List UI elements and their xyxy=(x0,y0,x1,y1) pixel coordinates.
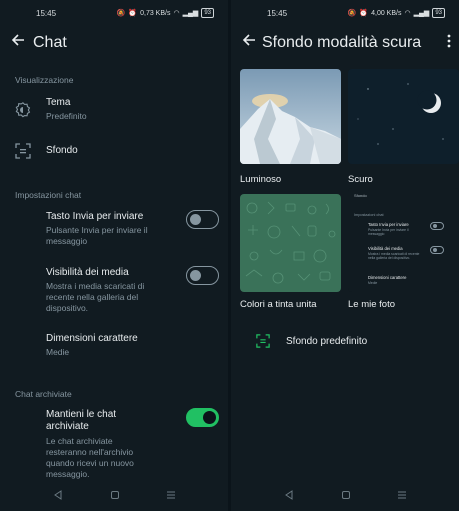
toggle-knob xyxy=(190,213,201,225)
battery-icon: 93 xyxy=(201,8,214,18)
nav-recents-icon[interactable] xyxy=(166,490,176,500)
keep-archived-title: Mantieni le chat archiviate xyxy=(46,409,117,432)
page-title: Chat xyxy=(33,34,67,51)
my-photos-thumbnail: Sfondo Impostazioni chat Tasto Invia per… xyxy=(348,188,459,292)
navigation-bar xyxy=(231,481,459,511)
media-visibility-subtitle: Mostra i media scaricati di recente nell… xyxy=(46,281,145,313)
back-arrow-icon[interactable] xyxy=(241,32,257,48)
bright-wallpaper-thumbnail xyxy=(240,69,341,164)
theme-subtitle: Predefinito xyxy=(46,111,87,121)
wifi-icon: ◠ xyxy=(404,10,411,17)
dark-wallpaper-thumbnail xyxy=(348,69,459,164)
enter-send-subtitle: Pulsante Invia per inviare il messaggio xyxy=(46,225,148,246)
solid-color-thumbnail xyxy=(240,194,341,292)
wallpaper-title: Sfondo xyxy=(46,145,78,156)
toggle-knob xyxy=(190,269,201,281)
dark-label: Scuro xyxy=(348,174,373,185)
enter-send-title: Tasto Invia per inviare xyxy=(46,211,144,222)
mute-icon: 🔕 xyxy=(347,10,357,17)
mini-preview-item1-title: Tasto Invia per inviare xyxy=(368,222,409,227)
media-visibility-title: Visibilità dei media xyxy=(46,267,129,278)
mini-preview-item3-title: Dimensioni carattere xyxy=(368,275,407,280)
mini-preview-section: Impostazioni chat xyxy=(354,213,384,217)
enter-send-toggle[interactable] xyxy=(186,210,219,229)
battery-icon: 93 xyxy=(432,8,445,18)
mute-icon: 🔕 xyxy=(116,10,126,17)
media-visibility-toggle[interactable] xyxy=(186,266,219,285)
wifi-icon: ◠ xyxy=(173,10,180,17)
toggle-knob xyxy=(203,410,216,424)
alarm-icon: ⏰ xyxy=(359,10,369,17)
alarm-icon: ⏰ xyxy=(128,10,138,17)
navigation-bar xyxy=(0,481,228,511)
mini-preview-item1-sub: Pulsante Invia per inviare il messaggio xyxy=(368,228,409,236)
nav-back-icon[interactable] xyxy=(53,490,63,500)
nav-recents-icon[interactable] xyxy=(397,490,407,500)
default-wallpaper-label: Sfondo predefinito xyxy=(286,336,368,347)
keep-archived-subtitle: Le chat archiviate resteranno nell'archi… xyxy=(46,436,134,479)
doodle-pattern xyxy=(240,194,341,292)
status-time: 15:45 xyxy=(267,9,288,18)
status-icons: 🔕 ⏰ 4,00 KB/s ◠ ▂▄▆ 93 xyxy=(348,8,445,18)
nav-home-icon[interactable] xyxy=(341,490,351,500)
mini-toggle xyxy=(430,246,444,254)
status-icons: 🔕 ⏰ 0,73 KB/s ◠ ▂▄▆ 93 xyxy=(117,8,214,18)
page-title: Sfondo modalità scura xyxy=(262,34,422,51)
keep-archived-toggle[interactable] xyxy=(186,408,219,427)
status-bar: 15:45 🔕 ⏰ 0,73 KB/s ◠ ▂▄▆ 93 xyxy=(0,0,228,26)
nav-back-icon[interactable] xyxy=(284,490,294,500)
mini-preview-header: Sfondo xyxy=(354,193,367,198)
font-size-title: Dimensioni carattere xyxy=(46,333,138,344)
mini-preview-item2-title: Visibilità dei media xyxy=(368,246,403,251)
section-display: Visualizzazione xyxy=(15,75,74,85)
more-options-icon[interactable] xyxy=(447,34,451,48)
app-bar: Chat xyxy=(0,26,228,60)
signal-icon: ▂▄▆ xyxy=(413,10,430,17)
network-speed: 4,00 KB/s xyxy=(371,9,402,17)
mini-preview-item3-sub: Medie xyxy=(368,281,378,285)
section-chat-settings: Impostazioni chat xyxy=(15,190,82,200)
network-speed: 0,73 KB/s xyxy=(140,9,171,17)
theme-icon xyxy=(15,102,31,118)
status-time: 15:45 xyxy=(36,9,57,18)
back-arrow-icon[interactable] xyxy=(10,32,26,48)
mini-preview-item2-sub: Mostra i media scaricati di recente nell… xyxy=(368,252,420,260)
nav-home-icon[interactable] xyxy=(110,490,120,500)
dark-wallpaper-screen: 15:45 🔕 ⏰ 4,00 KB/s ◠ ▂▄▆ 93 Sfondo moda… xyxy=(231,0,459,511)
status-bar: 15:45 🔕 ⏰ 4,00 KB/s ◠ ▂▄▆ 93 xyxy=(231,0,459,26)
signal-icon: ▂▄▆ xyxy=(182,10,199,17)
app-bar: Sfondo modalità scura xyxy=(231,26,459,60)
solid-color-label: Colori a tinta unita xyxy=(240,299,317,310)
font-size-subtitle: Medie xyxy=(46,347,70,357)
theme-title: Tema xyxy=(46,97,71,108)
mini-toggle xyxy=(430,222,444,230)
bright-label: Luminoso xyxy=(240,174,282,185)
wallpaper-icon xyxy=(256,334,270,348)
chat-settings-screen: 15:45 🔕 ⏰ 0,73 KB/s ◠ ▂▄▆ 93 Chat Visual… xyxy=(0,0,228,511)
mountain-image xyxy=(240,69,341,164)
moon-image xyxy=(348,69,459,164)
wallpaper-icon xyxy=(15,143,31,159)
my-photos-label: Le mie foto xyxy=(348,299,395,310)
section-archived: Chat archiviate xyxy=(15,389,72,399)
